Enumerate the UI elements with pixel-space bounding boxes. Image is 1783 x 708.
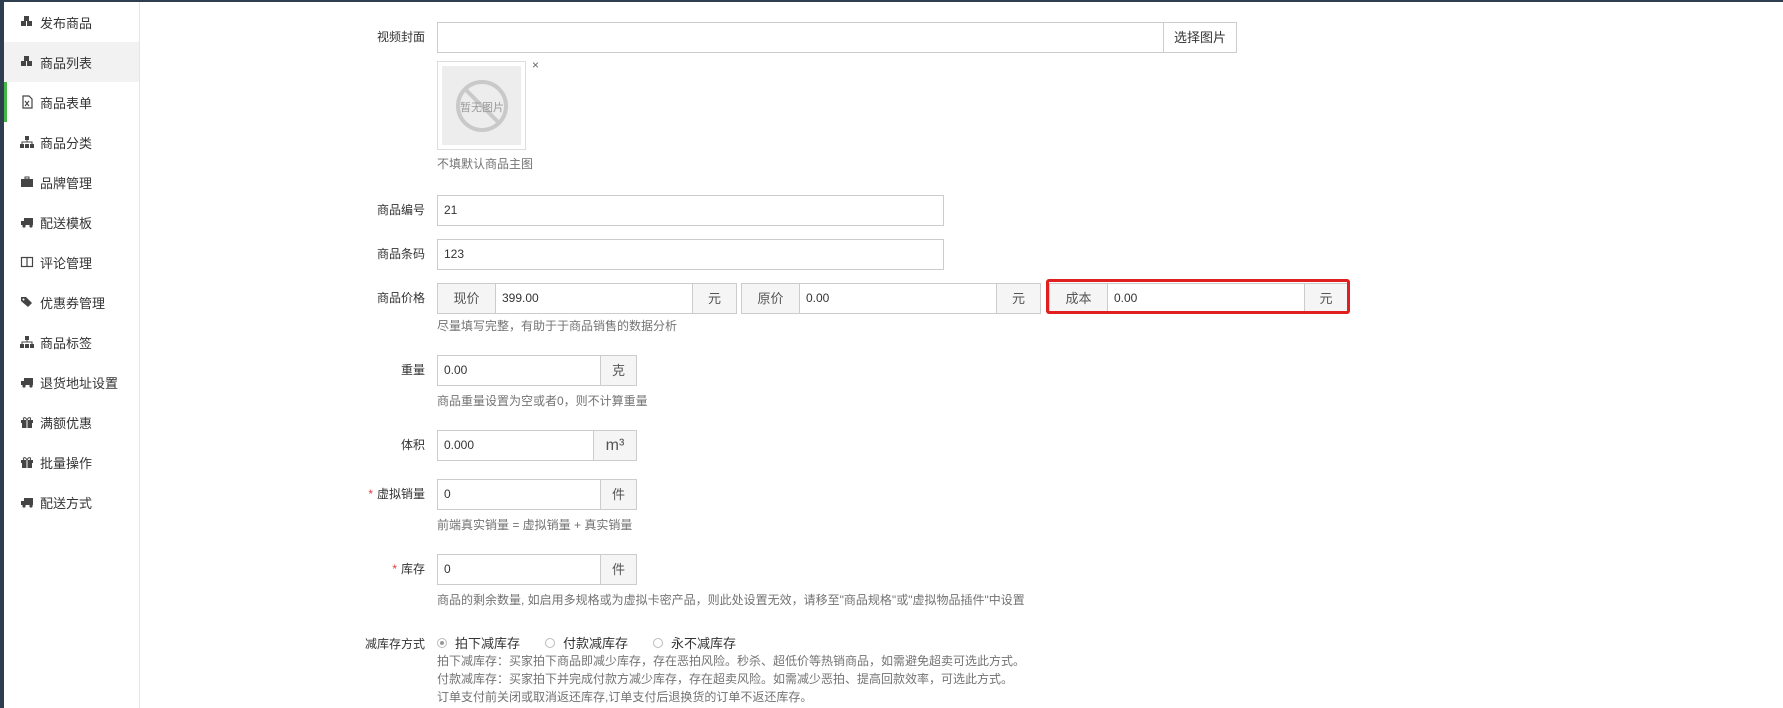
radio-dot-checked <box>437 637 447 648</box>
no-image-icon: 暂无图片 <box>455 79 508 132</box>
reduce-stock-help-3: 订单支付前关闭或取消返还库存,订单支付后退换货的订单不返还库存。 <box>437 690 813 704</box>
goods-sn-label: 商品编号 <box>376 203 425 217</box>
radio-dot <box>653 637 663 648</box>
sidebar-item-batch-operation[interactable]: 批量操作 <box>4 442 139 482</box>
cost-price-highlight <box>1046 279 1350 314</box>
sidebar-item-full-discount[interactable]: 满额优惠 <box>4 402 139 442</box>
gift-icon <box>20 415 34 429</box>
sidebar-item-label: 评论管理 <box>40 255 93 271</box>
sidebar-item-shipping-template[interactable]: 配送模板 <box>4 202 139 242</box>
volume-label: 体积 <box>400 438 425 452</box>
virtual-sales-label-text: 虚拟销量 <box>376 487 425 501</box>
sidebar-item-label: 商品表单 <box>40 95 93 111</box>
goods-form: 视频封面 选择图片 暂无图片 × 不填默认商品主图 商品编号 21 商品条码 1… <box>140 2 1783 708</box>
volume-unit: m³ <box>593 430 637 461</box>
sidebar-item-goods-category[interactable]: 商品分类 <box>4 122 139 162</box>
radio-reduce-on-order[interactable]: 拍下减库存 <box>437 633 520 652</box>
reduce-stock-help-2: 付款减库存：买家拍下并完成付款方减少库存，存在超卖风险。如需减少恶拍、提高回款效… <box>437 672 1014 686</box>
cubes-icon <box>20 55 34 69</box>
virtual-sales-help: 前端真实销量 = 虚拟销量 + 真实销量 <box>437 518 633 532</box>
weight-unit: 克 <box>600 355 637 386</box>
tags-icon <box>20 295 34 309</box>
video-cover-input[interactable] <box>437 22 1164 53</box>
current-price-input[interactable]: 399.00 <box>495 283 693 314</box>
required-mark: * <box>368 487 373 501</box>
sidebar-item-label: 配送方式 <box>40 495 93 511</box>
weight-help: 商品重量设置为空或者0，则不计算重量 <box>437 394 648 408</box>
sidebar-item-delivery-method[interactable]: 配送方式 <box>4 482 139 522</box>
sitemap-icon <box>20 335 34 349</box>
video-cover-thumbnail: 暂无图片 <box>437 61 526 150</box>
sidebar-item-label: 配送模板 <box>40 215 93 231</box>
radio-label: 永不减库存 <box>671 636 737 651</box>
sidebar-item-brand-management[interactable]: 品牌管理 <box>4 162 139 202</box>
radio-label: 拍下减库存 <box>455 636 521 651</box>
reduce-stock-label: 减库存方式 <box>364 637 425 651</box>
sidebar-item-label: 批量操作 <box>40 455 93 471</box>
barcode-input[interactable]: 123 <box>437 239 944 270</box>
sidebar-item-return-address[interactable]: 退货地址设置 <box>4 362 139 402</box>
weight-label: 重量 <box>400 363 425 377</box>
gift-icon <box>20 455 34 469</box>
remove-image-button[interactable]: × <box>532 58 539 72</box>
radio-label: 付款减库存 <box>563 636 629 651</box>
sidebar-item-label: 品牌管理 <box>40 175 93 191</box>
sidebar-item-goods-form[interactable]: 商品表单 <box>4 82 139 122</box>
virtual-sales-unit: 件 <box>600 479 637 510</box>
original-price-addon: 原价 <box>741 283 800 314</box>
goods-sn-input[interactable]: 21 <box>437 195 944 226</box>
truck-icon <box>20 215 34 229</box>
original-price-input[interactable]: 0.00 <box>799 283 997 314</box>
briefcase-icon <box>20 175 34 189</box>
sitemap-icon <box>20 135 34 149</box>
sidebar-item-publish-goods[interactable]: 发布商品 <box>4 2 139 42</box>
video-cover-label: 视频封面 <box>376 30 425 44</box>
no-image-text: 暂无图片 <box>460 101 504 114</box>
cubes-icon <box>20 15 34 29</box>
sidebar-item-label: 商品分类 <box>40 135 93 151</box>
required-mark: * <box>392 562 397 576</box>
video-cover-help: 不填默认商品主图 <box>437 157 534 171</box>
sidebar-item-label: 优惠券管理 <box>40 295 106 311</box>
sidebar-item-coupon-management[interactable]: 优惠券管理 <box>4 282 139 322</box>
volume-input[interactable]: 0.000 <box>437 430 594 461</box>
file-excel-icon <box>20 95 34 109</box>
barcode-label: 商品条码 <box>376 247 425 261</box>
stock-help: 商品的剩余数量, 如启用多规格或为虚拟卡密产品，则此处设置无效，请移至"商品规格… <box>437 593 1025 607</box>
select-image-button[interactable]: 选择图片 <box>1163 22 1237 53</box>
stock-unit: 件 <box>600 554 637 585</box>
sidebar-item-goods-list[interactable]: 商品列表 <box>4 42 139 82</box>
radio-never-reduce[interactable]: 永不减库存 <box>653 633 736 652</box>
sidebar: 发布商品 商品列表 商品表单 商品分类 品牌管理 配送模板 评论管理 优惠券管理… <box>4 2 140 708</box>
sidebar-item-goods-tags[interactable]: 商品标签 <box>4 322 139 362</box>
truck-icon <box>20 495 34 509</box>
sidebar-item-label: 退货地址设置 <box>40 375 119 391</box>
sidebar-item-comment-management[interactable]: 评论管理 <box>4 242 139 282</box>
sidebar-item-label: 商品列表 <box>40 55 93 71</box>
radio-dot <box>545 637 555 648</box>
price-help: 尽量填写完整，有助于于商品销售的数据分析 <box>437 319 678 333</box>
current-price-unit: 元 <box>692 283 737 314</box>
radio-reduce-on-payment[interactable]: 付款减库存 <box>545 633 628 652</box>
stock-input[interactable]: 0 <box>437 554 601 585</box>
sidebar-item-label: 满额优惠 <box>40 415 93 431</box>
stock-label-text: 库存 <box>400 562 425 576</box>
sidebar-item-label: 商品标签 <box>40 335 93 351</box>
current-price-addon: 现价 <box>437 283 496 314</box>
sidebar-item-label: 发布商品 <box>40 15 93 31</box>
stock-label: * 库存 <box>335 560 425 577</box>
reduce-stock-help-1: 拍下减库存：买家拍下商品即减少库存，存在恶拍风险。秒杀、超低价等热销商品，如需避… <box>437 654 1026 668</box>
truck-icon <box>20 375 34 389</box>
virtual-sales-input[interactable]: 0 <box>437 479 601 510</box>
price-label: 商品价格 <box>376 291 425 305</box>
columns-icon <box>20 255 34 269</box>
virtual-sales-label: * 虚拟销量 <box>335 485 425 502</box>
weight-input[interactable]: 0.00 <box>437 355 601 386</box>
original-price-unit: 元 <box>996 283 1041 314</box>
